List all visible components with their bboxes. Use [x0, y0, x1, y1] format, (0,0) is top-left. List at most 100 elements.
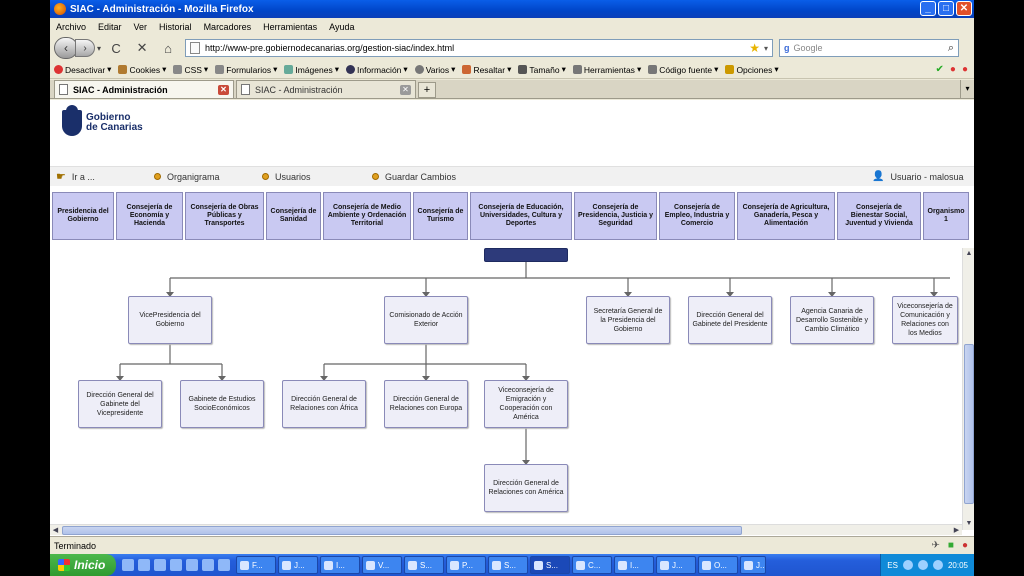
devbar-css[interactable]: CSS ▾ [173, 64, 208, 75]
taskbar-item[interactable]: O... [698, 556, 738, 574]
taskbar-item[interactable]: I... [320, 556, 360, 574]
menu-historial[interactable]: Historial [159, 22, 192, 32]
node-gabinete-presidente[interactable]: Dirección General del Gabinete del Presi… [688, 296, 772, 344]
tray-icon[interactable] [917, 560, 928, 570]
devbar-opciones[interactable]: Opciones ▾ [725, 64, 779, 75]
stop-icon[interactable]: ✕ [133, 40, 151, 56]
devbar-formularios[interactable]: Formularios ▾ [215, 64, 277, 75]
node-secretaria-general[interactable]: Secretaría General de la Presidencia del… [586, 296, 670, 344]
node-relaciones-america[interactable]: Dirección General de Relaciones con Amér… [484, 464, 568, 512]
home-icon[interactable]: ⌂ [159, 41, 177, 56]
user-indicator[interactable]: 👤 Usuario - malosua [872, 171, 963, 182]
warning-icon[interactable]: ● [962, 64, 968, 75]
devbar-herramientas[interactable]: Herramientas ▾ [572, 64, 641, 75]
taskbar-item[interactable]: P... [446, 556, 486, 574]
menu-marcadores[interactable]: Marcadores [204, 22, 252, 32]
tab-siac-2[interactable]: SIAC - Administración ✕ [236, 80, 416, 98]
dept-educacion[interactable]: Consejería de Educación, Universidades, … [470, 192, 572, 240]
quicklaunch-icon[interactable] [138, 559, 150, 571]
vertical-scrollbar[interactable]: ▲ ▼ [962, 248, 974, 530]
addon-icon[interactable]: ● [962, 540, 968, 551]
url-dropdown-icon[interactable]: ▾ [764, 44, 768, 53]
maximize-button[interactable]: □ [938, 1, 954, 16]
search-bar[interactable]: g Google ⌕ [779, 39, 960, 57]
error-icon[interactable]: ● [950, 64, 956, 75]
node-estudios-socioeconomicos[interactable]: Gabinete de Estudios SocioEconómicos [180, 380, 264, 428]
quicklaunch-icon[interactable] [186, 559, 198, 571]
dept-presidencia-justicia[interactable]: Consejería de Presidencia, Justicia y Se… [574, 192, 657, 240]
addon-icon[interactable]: ■ [948, 540, 954, 551]
google-icon[interactable]: g [784, 43, 790, 53]
new-tab-button[interactable]: + [418, 82, 436, 98]
quicklaunch-icon[interactable] [218, 559, 230, 571]
start-button[interactable]: Inicio [50, 554, 116, 576]
dept-turismo[interactable]: Consejería de Turismo [413, 192, 468, 240]
vertical-scroll-thumb[interactable] [964, 344, 974, 504]
usuarios-link[interactable]: Usuarios [262, 172, 311, 182]
menu-ver[interactable]: Ver [134, 22, 148, 32]
organigrama-link[interactable]: Organigrama [154, 172, 220, 182]
devbar-tamano[interactable]: Tamaño ▾ [518, 64, 566, 75]
history-dropdown-icon[interactable]: ▾ [97, 44, 101, 53]
taskbar-item[interactable]: S... [404, 556, 444, 574]
node-emigracion-cooperacion[interactable]: Viceconsejería de Emigración y Cooperaci… [484, 380, 568, 428]
taskbar-item[interactable]: J... [278, 556, 318, 574]
tab-close-icon[interactable]: ✕ [218, 84, 229, 95]
devbar-codigo-fuente[interactable]: Código fuente ▾ [648, 64, 718, 75]
tray-icon[interactable] [932, 560, 943, 570]
node-gabinete-vicepresidente[interactable]: Dirección General del Gabinete del Vicep… [78, 380, 162, 428]
search-input[interactable]: Google [794, 43, 823, 53]
dept-agricultura[interactable]: Consejería de Agricultura, Ganadería, Pe… [737, 192, 835, 240]
addon-icon[interactable]: ✈ [932, 540, 940, 551]
node-viceconsejeria-comunicacion[interactable]: Viceconsejería de Comunicación y Relacio… [892, 296, 958, 344]
scroll-down-icon[interactable]: ▼ [963, 518, 974, 530]
bookmark-star-icon[interactable]: ★ [749, 41, 760, 55]
taskbar-item[interactable]: J... [740, 556, 766, 574]
menu-editar[interactable]: Editar [98, 22, 122, 32]
quicklaunch-icon[interactable] [154, 559, 166, 571]
clock[interactable]: 20:05 [948, 561, 968, 570]
close-button[interactable]: ✕ [956, 1, 972, 16]
taskbar-item[interactable]: S... [488, 556, 528, 574]
menu-ayuda[interactable]: Ayuda [329, 22, 354, 32]
taskbar-item[interactable]: J... [656, 556, 696, 574]
quicklaunch-icon[interactable] [202, 559, 214, 571]
taskbar-item-active[interactable]: S... [530, 556, 570, 574]
dept-economia[interactable]: Consejería de Economía y Hacienda [116, 192, 183, 240]
devbar-resaltar[interactable]: Resaltar ▾ [462, 64, 511, 75]
devbar-imagenes[interactable]: Imágenes ▾ [284, 64, 339, 75]
minimize-button[interactable]: _ [920, 1, 936, 16]
reload-icon[interactable]: C [107, 41, 125, 56]
ir-a-menu[interactable]: ☛ Ir a ... [56, 170, 95, 183]
quicklaunch-icon[interactable] [170, 559, 182, 571]
dept-presidencia[interactable]: Presidencia del Gobierno [52, 192, 114, 240]
node-relaciones-europa[interactable]: Dirección General de Relaciones con Euro… [384, 380, 468, 428]
dept-bienestar-social[interactable]: Consejería de Bienestar Social, Juventud… [837, 192, 921, 240]
scroll-left-icon[interactable]: ◀ [50, 525, 61, 536]
scroll-up-icon[interactable]: ▲ [963, 248, 974, 260]
forward-button[interactable]: › [75, 39, 95, 57]
node-relaciones-africa[interactable]: Dirección General de Relaciones con Áfri… [282, 380, 366, 428]
org-root-node[interactable] [484, 248, 568, 262]
devbar-desactivar[interactable]: Desactivar ▾ [54, 64, 111, 75]
menu-herramientas[interactable]: Herramientas [263, 22, 317, 32]
node-agencia-desarrollo[interactable]: Agencia Canaria de Desarrollo Sostenible… [790, 296, 874, 344]
taskbar-item[interactable]: V... [362, 556, 402, 574]
taskbar-item[interactable]: I... [614, 556, 654, 574]
url-text[interactable]: http://www-pre.gobiernodecanarias.org/ge… [205, 43, 454, 53]
dept-sanidad[interactable]: Consejería de Sanidad [266, 192, 321, 240]
taskbar-item[interactable]: C... [572, 556, 612, 574]
node-accion-exterior[interactable]: Comisionado de Acción Exterior [384, 296, 468, 344]
dept-medio-ambiente[interactable]: Consejería de Medio Ambiente y Ordenació… [323, 192, 411, 240]
devbar-varios[interactable]: Varios ▾ [414, 64, 455, 75]
tray-icon[interactable] [902, 560, 913, 570]
taskbar-item[interactable]: F... [236, 556, 276, 574]
guardar-cambios-link[interactable]: Guardar Cambios [372, 172, 456, 182]
node-vicepresidencia[interactable]: VicePresidencia del Gobierno [128, 296, 212, 344]
check-icon[interactable]: ✔ [936, 64, 944, 75]
scroll-right-icon[interactable]: ▶ [951, 525, 962, 536]
tab-list-icon[interactable]: ▾ [960, 80, 974, 98]
url-bar[interactable]: http://www-pre.gobiernodecanarias.org/ge… [185, 39, 774, 57]
devbar-informacion[interactable]: Información ▾ [345, 64, 408, 75]
horizontal-scrollbar[interactable]: ◀ ▶ [50, 524, 962, 535]
